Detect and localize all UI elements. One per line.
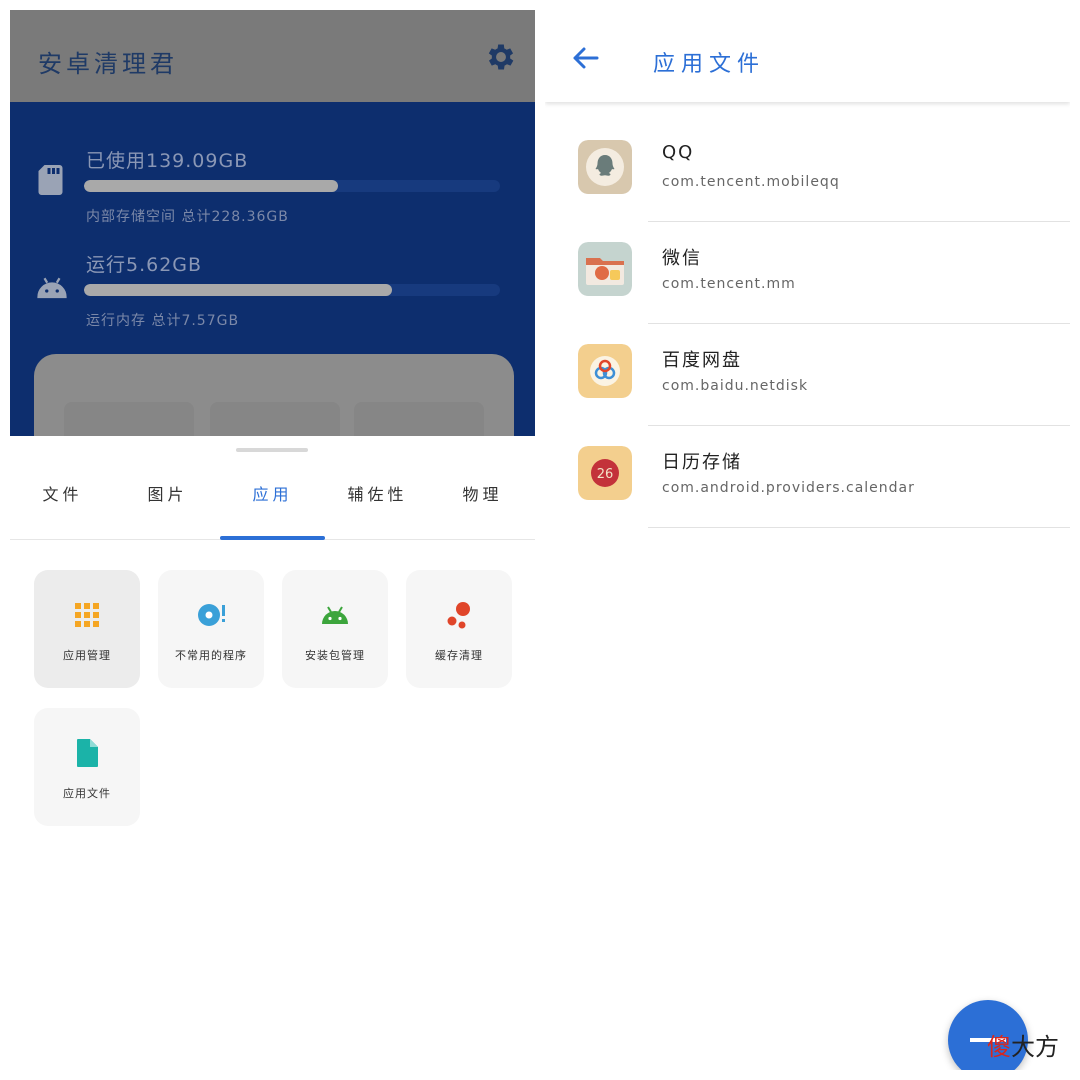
folder-icon (578, 242, 632, 296)
list-item[interactable]: QQ com.tencent.mobileqq (545, 120, 1070, 222)
cache-clean-tile[interactable]: 缓存清理 (406, 570, 512, 688)
app-name: 日历存储 (662, 452, 742, 473)
tile-label: 应用管理 (63, 649, 111, 662)
disc-alert-icon (198, 604, 225, 626)
storage-progress-bar (84, 180, 500, 192)
package-name: com.baidu.netdisk (662, 378, 809, 394)
app-manager-tile[interactable]: 应用管理 (34, 570, 140, 688)
sheet-drag-handle[interactable] (236, 448, 308, 452)
storage-used-text: 已使用139.09GB (86, 150, 249, 172)
dimmed-background[interactable]: 安卓清理君 已使用139.09GB 内部存储空间 总计228.36GB 运行5.… (10, 10, 535, 436)
tile-label: 不常用的程序 (175, 649, 247, 662)
tab-physical[interactable]: 物理 (430, 470, 535, 540)
watermark: 傻大方 (987, 1027, 1059, 1062)
tile-label: 缓存清理 (435, 649, 483, 662)
memory-total-text: 运行内存 总计7.57GB (86, 313, 240, 329)
sd-card-icon (38, 165, 63, 195)
calendar-badge: 26 (597, 467, 614, 482)
back-arrow-icon[interactable] (571, 46, 599, 70)
apk-manager-tile[interactable]: 安装包管理 (282, 570, 388, 688)
tab-apps[interactable]: 应用 (220, 470, 325, 540)
list-item[interactable]: 26 日历存储 com.android.providers.calendar (545, 426, 1070, 528)
ghost-tile (354, 402, 484, 436)
divider (648, 527, 1070, 528)
tab-files[interactable]: 文件 (10, 470, 115, 540)
watermark-rest: 大方 (1011, 1033, 1059, 1061)
memory-progress-fill (84, 284, 392, 296)
tile-label: 安装包管理 (305, 649, 365, 662)
ghost-tile (64, 402, 194, 436)
app-name: 微信 (662, 248, 702, 269)
toolbar: 应用文件 (545, 10, 1070, 102)
android-icon (322, 606, 348, 624)
gear-icon[interactable] (484, 40, 518, 74)
app-name: 百度网盘 (662, 350, 742, 371)
page-title: 应用文件 (653, 52, 766, 77)
category-tabs: 文件 图片 应用 辅佐性 物理 (10, 470, 535, 540)
package-name: com.android.providers.calendar (662, 480, 915, 496)
app-title: 安卓清理君 (38, 50, 178, 78)
app-bar: 安卓清理君 (10, 10, 535, 102)
qq-icon (578, 140, 632, 194)
bubbles-icon (447, 602, 470, 629)
file-icon (77, 739, 98, 767)
list-item[interactable]: 百度网盘 com.baidu.netdisk (545, 324, 1070, 426)
memory-used-text: 运行5.62GB (86, 254, 203, 276)
storage-progress-fill (84, 180, 338, 192)
package-name: com.tencent.mobileqq (662, 174, 840, 190)
grid-icon (75, 603, 99, 627)
ghost-tile (210, 402, 340, 436)
android-icon (37, 277, 67, 299)
app-files-screen: 应用文件 QQ com.tencent.mobileqq 微信 com.tenc… (545, 10, 1070, 1070)
home-screen: 安卓清理君 已使用139.09GB 内部存储空间 总计228.36GB 运行5.… (10, 10, 535, 1070)
app-name: QQ (662, 142, 695, 163)
storage-total-text: 内部存储空间 总计228.36GB (86, 209, 289, 225)
app-files-tile[interactable]: 应用文件 (34, 708, 140, 826)
package-name: com.tencent.mm (662, 276, 796, 292)
unused-apps-tile[interactable]: 不常用的程序 (158, 570, 264, 688)
tab-accessibility[interactable]: 辅佐性 (325, 470, 430, 540)
calendar-icon: 26 (578, 446, 632, 500)
memory-progress-bar (84, 284, 500, 296)
watermark-red-char: 傻 (987, 1033, 1011, 1061)
netdisk-icon (578, 344, 632, 398)
tab-images[interactable]: 图片 (115, 470, 220, 540)
tile-label: 应用文件 (63, 787, 111, 800)
list-item[interactable]: 微信 com.tencent.mm (545, 222, 1070, 324)
tools-card-peek (34, 354, 514, 436)
